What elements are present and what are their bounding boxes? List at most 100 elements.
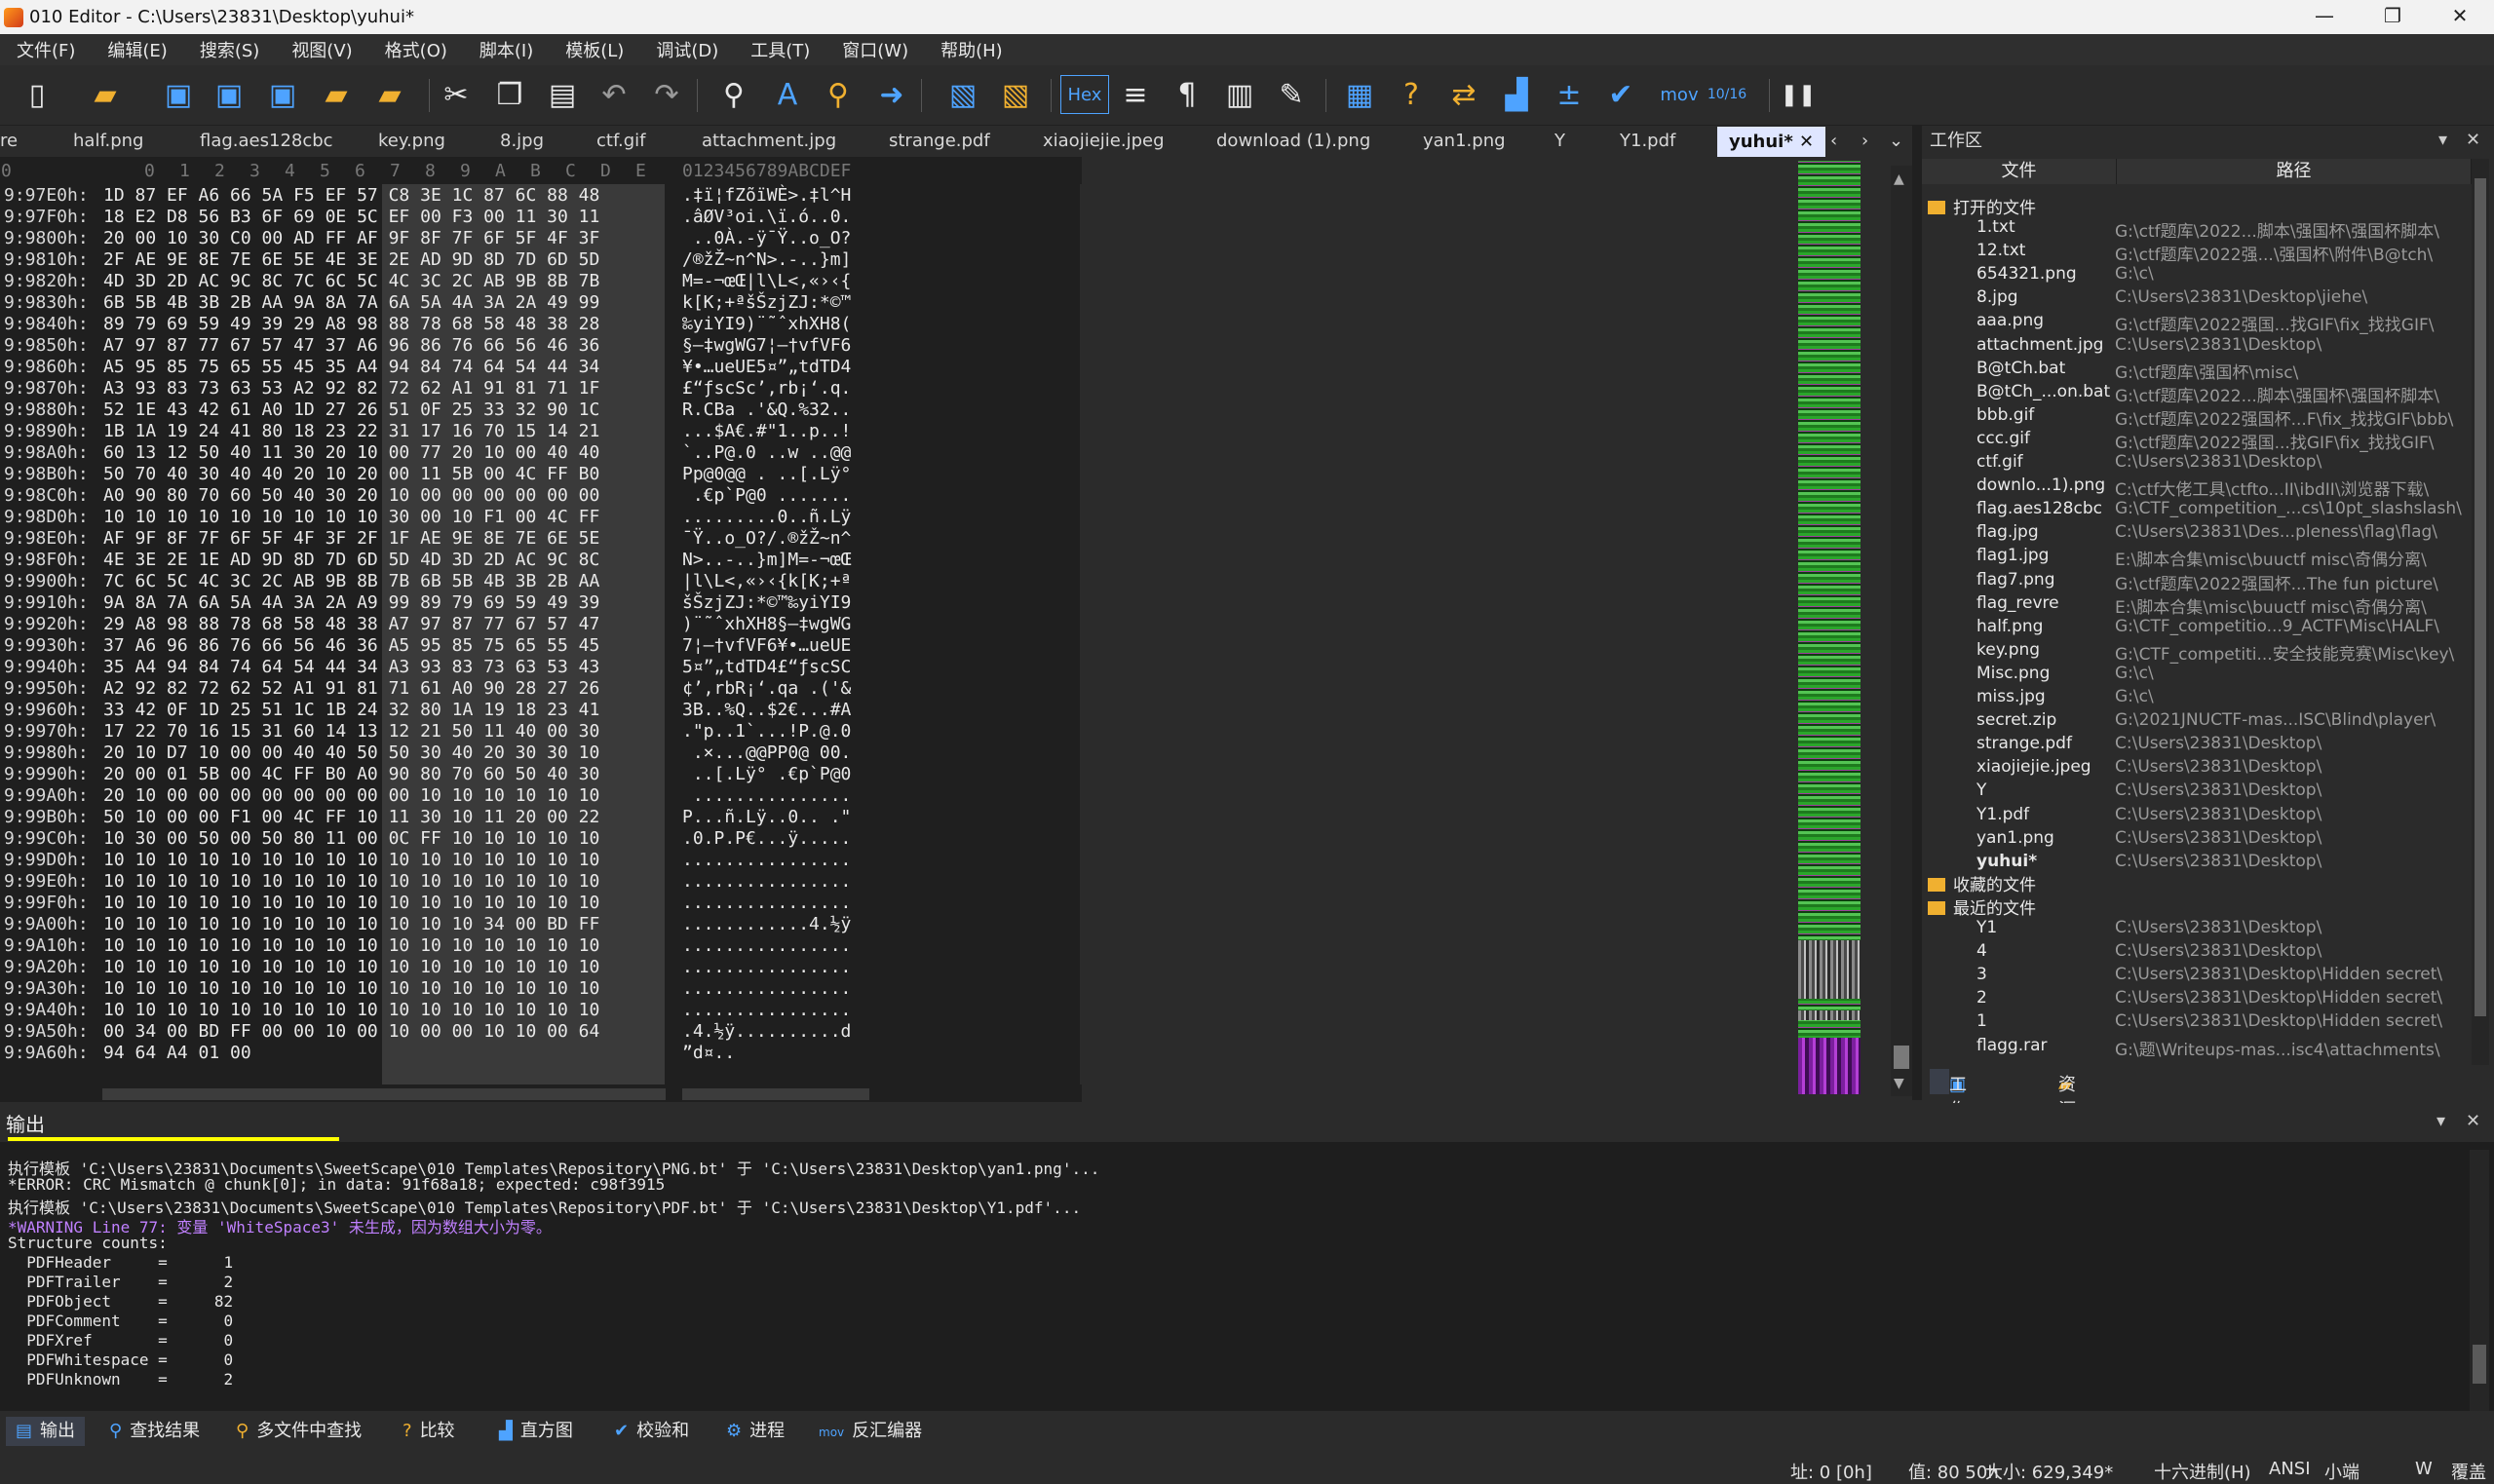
hex-row-text[interactable]: ................ <box>682 978 851 999</box>
tab-explorer[interactable]: ▰资源管理器 <box>2039 1069 2076 1197</box>
hex-row-bytes[interactable]: 10 10 10 10 10 10 10 10 10 10 10 10 10 1… <box>103 935 599 956</box>
paste-icon[interactable]: ▤ <box>543 75 582 114</box>
hex-row-bytes[interactable]: 20 10 00 00 00 00 00 00 00 00 10 10 10 1… <box>103 785 599 806</box>
menu-script[interactable]: 脚本(I) <box>463 37 549 62</box>
open-file-row[interactable]: flag.jpg C:\Users\23831\Des...pleness\fla… <box>1922 522 2477 546</box>
new-file-icon[interactable]: ▯ <box>18 75 57 114</box>
hex-row-bytes[interactable]: 9A 8A 7A 6A 5A 4A 3A 2A A9 99 89 79 69 5… <box>103 592 599 613</box>
hex-row-bytes[interactable]: A7 97 87 77 67 57 47 37 A6 96 86 76 66 5… <box>103 335 599 356</box>
hex-row-text[interactable]: Pp@0@@ . ..[.Lÿ° <box>682 464 851 484</box>
tab-find-in-files[interactable]: ⚲ 多文件中查找 <box>226 1417 371 1446</box>
highlight-icon[interactable]: ✎ <box>1272 75 1311 114</box>
open-file-icon[interactable]: ▰ <box>86 75 125 114</box>
tab-processes[interactable]: ⚙ 进程 <box>716 1417 794 1446</box>
checksum-icon[interactable]: ✔ <box>1601 75 1640 114</box>
hex-row-text[interactable]: .4.½ÿ..........d <box>682 1021 851 1042</box>
hex-row-bytes[interactable]: A2 92 82 72 62 52 A1 91 81 71 61 A0 90 2… <box>103 678 599 699</box>
output-scrollbar[interactable] <box>2470 1150 2489 1411</box>
help-icon[interactable]: ? <box>1392 75 1431 114</box>
hex-row-text[interactable]: P...ñ.Lÿ..0.. ." <box>682 807 851 827</box>
histogram-icon[interactable]: ▟ <box>1497 75 1536 114</box>
text-mode-icon[interactable]: ≡ <box>1116 75 1155 114</box>
hex-row-text[interactable]: .€p`P@0 ....... <box>682 485 852 506</box>
menu-file[interactable]: 文件(F) <box>0 37 91 62</box>
maximize-button[interactable]: ❐ <box>2359 0 2427 34</box>
tab-xiaojiejie-jpeg[interactable]: xiaojiejie.jpeg <box>1043 126 1165 157</box>
recent-file-row[interactable]: 4 C:\Users\23831\Desktop\ <box>1922 941 2477 965</box>
open-files-group[interactable]: 打开的文件 <box>1928 194 2036 218</box>
workspace-menu-icon[interactable]: ▾ <box>2438 130 2447 150</box>
replace-icon[interactable]: A <box>768 75 807 114</box>
tab-y[interactable]: Y <box>1554 126 1565 157</box>
hex-row-bytes[interactable]: 94 64 A4 01 00 <box>103 1043 251 1063</box>
open-file-row[interactable]: flag_revre E:\脚本合集\misc\buuctf misc\奇偶分离\ <box>1922 593 2477 618</box>
hex-row-bytes[interactable]: 10 10 10 10 10 10 10 10 10 10 10 10 10 1… <box>103 957 599 977</box>
recent-file-row[interactable]: 1 C:\Users\23831\Desktop\Hidden secret\ <box>1922 1011 2477 1035</box>
hex-row-text[interactable]: .×...@@PP0@ 00. <box>682 742 852 763</box>
menu-window[interactable]: 窗口(W) <box>825 37 924 62</box>
find-icon[interactable]: ⚲ <box>714 75 753 114</box>
open-file-row[interactable]: aaa.png G:\ctf题库\2022强国...找GIF\fix_找找GIF\ <box>1922 311 2477 335</box>
tab-re[interactable]: re <box>0 126 18 157</box>
tab-compare[interactable]: ? 比较 <box>393 1417 465 1446</box>
undo-icon[interactable]: ↶ <box>595 75 633 114</box>
hex-row-text[interactable]: ................ <box>682 893 851 913</box>
workspace-icon[interactable]: ▰ <box>370 75 409 114</box>
save-icon[interactable]: ▣ <box>159 75 198 114</box>
hex-row-bytes[interactable]: 20 10 D7 10 00 00 40 40 50 50 30 40 20 3… <box>103 742 599 763</box>
calculator-icon[interactable]: ▦ <box>1340 75 1379 114</box>
hex-row-text[interactable]: R.CBa .'&Q.%32.. <box>682 400 851 420</box>
open-folder-icon[interactable]: ▰ <box>317 75 356 114</box>
hex-row-bytes[interactable]: AF 9F 8F 7F 6F 5F 4F 3F 2F 1F AE 9E 8E 7… <box>103 528 599 549</box>
hex-row-bytes[interactable]: 10 10 10 10 10 10 10 10 10 30 00 10 F1 0… <box>103 507 599 527</box>
tab-8-jpg[interactable]: 8.jpg <box>500 126 544 157</box>
open-file-row[interactable]: secret.zip G:\2021JNUCTF-mas...ISC\Blind\… <box>1922 710 2477 734</box>
open-file-row[interactable]: Y C:\Users\23831\Desktop\ <box>1922 780 2477 804</box>
hex-mode-button[interactable]: Hex <box>1060 75 1109 114</box>
menu-tools[interactable]: 工具(T) <box>734 37 825 62</box>
menu-view[interactable]: 视图(V) <box>275 37 367 62</box>
hex-row-text[interactable]: ................ <box>682 957 851 977</box>
menu-template[interactable]: 模板(L) <box>549 37 639 62</box>
hex-row-text[interactable]: 5¤”„tdTD4£“ƒscSC <box>682 657 851 677</box>
tab-download-png[interactable]: download (1).png <box>1216 126 1370 157</box>
hex-row-text[interactable]: /®žŽ~n^N>.-..}m] <box>682 249 851 270</box>
favorite-files-group[interactable]: 收藏的文件 <box>1928 871 2036 895</box>
hex-row-bytes[interactable]: 29 A8 98 88 78 68 58 48 38 A7 97 87 77 6… <box>103 614 599 634</box>
tab-key-png[interactable]: key.png <box>378 126 445 157</box>
open-file-row[interactable]: half.png G:\CTF_competitio...9_ACTF\Misc\… <box>1922 617 2477 640</box>
recent-file-row[interactable]: 2 C:\Users\23831\Desktop\Hidden secret\ <box>1922 988 2477 1011</box>
hex-row-bytes[interactable]: 10 10 10 10 10 10 10 10 10 10 10 10 10 1… <box>103 893 599 913</box>
hex-row-bytes[interactable]: 52 1E 43 42 61 A0 1D 27 26 51 0F 25 33 3… <box>103 400 599 420</box>
menu-help[interactable]: 帮助(H) <box>924 37 1018 62</box>
hex-vertical-scrollbar[interactable]: ▲ ▼ <box>1891 166 1912 1096</box>
run-script-icon[interactable]: ▧ <box>943 75 982 114</box>
tab-strange-pdf[interactable]: strange.pdf <box>889 126 990 157</box>
scroll-thumb[interactable] <box>1894 1046 1909 1069</box>
output-menu-icon[interactable]: ▾ <box>2436 1111 2445 1131</box>
col-header-path[interactable]: 路径 <box>2117 159 2472 184</box>
file-visualization-strip[interactable] <box>1798 161 1861 1094</box>
base-converter-button[interactable]: 10/16 <box>1707 75 1746 114</box>
hex-row-text[interactable]: ..[.Lÿ° .€p`P@0 <box>682 764 852 784</box>
tab-yan1-png[interactable]: yan1.png <box>1423 126 1506 157</box>
hex-row-bytes[interactable]: 10 10 10 10 10 10 10 10 10 10 10 10 10 1… <box>103 871 599 892</box>
hex-row-text[interactable]: .0.P.P€...ÿ..... <box>682 828 851 849</box>
hex-row-bytes[interactable]: 10 10 10 10 10 10 10 10 10 10 10 10 34 0… <box>103 914 599 934</box>
show-whitespace-icon[interactable]: ¶ <box>1168 75 1207 114</box>
hex-row-bytes[interactable]: 2F AE 9E 8E 7E 6E 5E 4E 3E 2E AD 9D 8D 7… <box>103 249 599 270</box>
hex-row-bytes[interactable]: 37 A6 96 86 76 66 56 46 36 A5 95 85 75 6… <box>103 635 599 656</box>
hex-row-bytes[interactable]: 10 30 00 50 00 50 80 11 00 0C FF 10 10 1… <box>103 828 599 849</box>
save-all-icon[interactable]: ▣ <box>263 75 302 114</box>
hex-row-bytes[interactable]: 6B 5B 4B 3B 2B AA 9A 8A 7A 6A 5A 4A 3A 2… <box>103 292 599 313</box>
hex-row-bytes[interactable]: 1D 87 EF A6 66 5A F5 EF 57 C8 3E 1C 87 6… <box>103 185 599 206</box>
hex-row-text[interactable]: )¨˜ˆxhXH8§—‡wgWG <box>682 614 851 634</box>
hex-row-bytes[interactable]: 60 13 12 50 40 11 30 20 10 00 77 20 10 0… <box>103 442 599 463</box>
hex-row-bytes[interactable]: 7C 6C 5C 4C 3C 2C AB 9B 8B 7B 6B 5B 4B 3… <box>103 571 599 591</box>
goto-icon[interactable]: ➜ <box>872 75 911 114</box>
scroll-down-icon[interactable]: ▼ <box>1894 1076 1904 1091</box>
hex-row-text[interactable]: §—‡wgWG7¦–†vfVF6 <box>682 335 851 356</box>
col-header-file[interactable]: 文件 <box>1922 159 2117 184</box>
hex-row-bytes[interactable]: 50 10 00 00 F1 00 4C FF 10 11 30 10 11 2… <box>103 807 599 827</box>
hex-row-text[interactable]: ”d¤.. <box>682 1043 735 1063</box>
